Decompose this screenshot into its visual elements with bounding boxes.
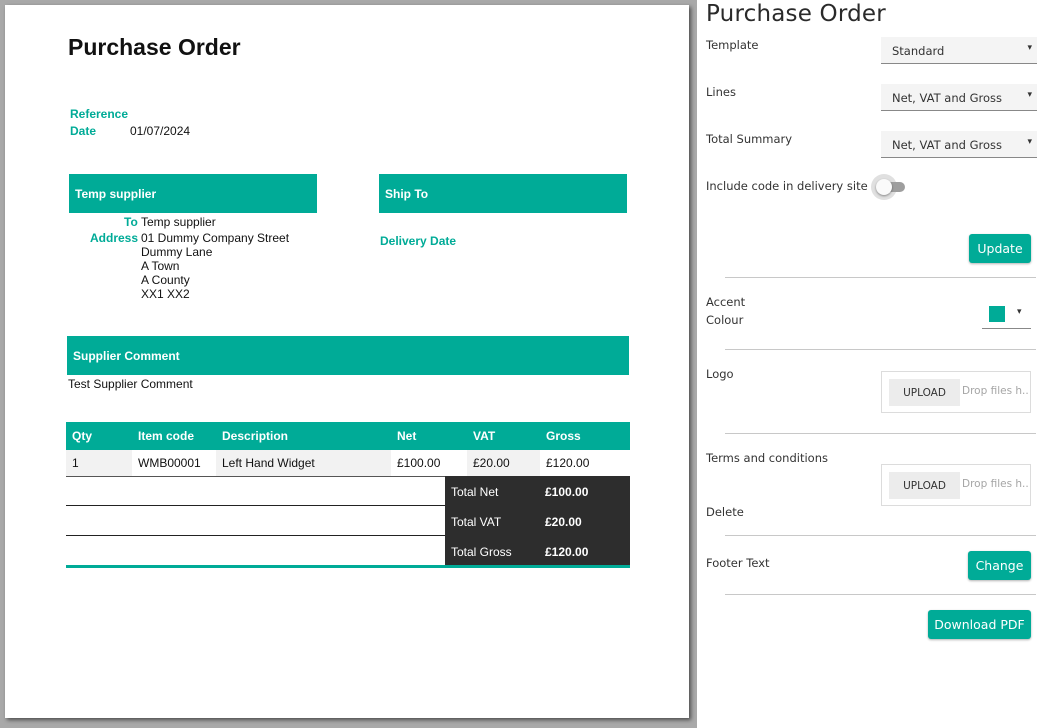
order-lines-table: Qty Item code Description Net VAT Gross … xyxy=(66,422,630,477)
total-gross-row: Total Gross £120.00 xyxy=(66,536,630,566)
address-block: 01 Dummy Company Street Dummy Lane A Tow… xyxy=(141,231,289,301)
template-select[interactable]: Standard ▾ xyxy=(881,37,1037,64)
chevron-down-icon: ▾ xyxy=(1027,43,1032,53)
total-net-row: Total Net £100.00 xyxy=(66,476,630,506)
divider xyxy=(725,277,1036,278)
column-header: Gross xyxy=(540,422,630,450)
total-summary-select-value: Net, VAT and Gross xyxy=(892,138,1002,152)
table-cell: £100.00 xyxy=(391,450,467,477)
total-gross-value: £120.00 xyxy=(545,545,589,559)
delivery-date-label: Delivery Date xyxy=(380,234,457,248)
template-select-value: Standard xyxy=(892,44,945,58)
terms-upload-dropzone[interactable]: UPLOAD Drop files h... xyxy=(881,464,1031,506)
terms-label: Terms and conditions xyxy=(706,451,828,465)
supplier-comment: Test Supplier Comment xyxy=(68,377,193,391)
column-header: VAT xyxy=(467,422,540,450)
toggle-knob xyxy=(876,179,892,195)
total-summary-label: Total Summary xyxy=(706,132,793,146)
address-line: Dummy Lane xyxy=(141,245,213,259)
lines-select[interactable]: Net, VAT and Gross ▾ xyxy=(881,84,1037,111)
chevron-down-icon: ▾ xyxy=(1027,90,1032,100)
address-line: A Town xyxy=(141,259,180,273)
table-row: 1 WMB00001 Left Hand Widget £100.00 £20.… xyxy=(66,450,630,477)
date-label: Date xyxy=(70,124,97,138)
total-gross-cell: Total Gross £120.00 xyxy=(445,536,630,566)
table-cell: Left Hand Widget xyxy=(216,450,391,477)
table-cell: 1 xyxy=(66,450,132,477)
supplier-comment-header: Supplier Comment xyxy=(67,336,629,375)
column-header: Qty xyxy=(66,422,132,450)
divider xyxy=(725,594,1036,595)
total-vat-value: £20.00 xyxy=(545,515,582,529)
accent-colour-picker[interactable]: ▾ xyxy=(982,298,1031,329)
include-code-label: Include code in delivery site xyxy=(706,179,868,193)
template-label: Template xyxy=(706,38,759,52)
lines-select-value: Net, VAT and Gross xyxy=(892,91,1002,105)
total-vat-label: Total VAT xyxy=(451,515,502,529)
table-cell: WMB00001 xyxy=(132,450,216,477)
logo-upload-button[interactable]: UPLOAD xyxy=(889,379,960,406)
total-net-label: Total Net xyxy=(451,485,499,499)
column-header: Description xyxy=(216,422,391,450)
update-button[interactable]: Update xyxy=(969,234,1031,263)
colour-swatch xyxy=(989,306,1005,322)
terms-drop-hint: Drop files h... xyxy=(962,478,1028,490)
divider xyxy=(725,349,1036,350)
reference-label: Reference xyxy=(70,107,129,121)
document-page: Purchase Order Reference Date 01/07/2024… xyxy=(5,5,689,718)
total-summary-select[interactable]: Net, VAT and Gross ▾ xyxy=(881,131,1037,158)
total-vat-cell: Total VAT £20.00 xyxy=(445,506,630,536)
accent-label: Accent xyxy=(706,295,746,309)
ship-to-header: Ship To xyxy=(379,174,627,213)
panel-title: Purchase Order xyxy=(706,1,886,27)
colour-label: Colour xyxy=(706,313,744,327)
total-gross-label: Total Gross xyxy=(451,545,512,559)
divider xyxy=(725,433,1036,434)
table-cell: £120.00 xyxy=(540,450,630,477)
column-header: Net xyxy=(391,422,467,450)
download-pdf-button[interactable]: Download PDF xyxy=(928,610,1031,639)
table-cell: £20.00 xyxy=(467,450,540,477)
total-vat-row: Total VAT £20.00 xyxy=(66,506,630,536)
logo-drop-hint: Drop files h... xyxy=(962,385,1028,397)
logo-upload-dropzone[interactable]: UPLOAD Drop files h... xyxy=(881,371,1031,413)
table-header-row: Qty Item code Description Net VAT Gross xyxy=(66,422,630,450)
to-value: Temp supplier xyxy=(141,215,216,229)
delete-link[interactable]: Delete xyxy=(706,505,744,519)
footer-text-label: Footer Text xyxy=(706,556,770,570)
total-net-value: £100.00 xyxy=(545,485,589,499)
date-value: 01/07/2024 xyxy=(130,124,191,138)
document-preview-area: Purchase Order Reference Date 01/07/2024… xyxy=(0,0,697,728)
address-line: 01 Dummy Company Street xyxy=(141,231,290,245)
include-code-toggle[interactable] xyxy=(871,174,905,200)
total-net-cell: Total Net £100.00 xyxy=(445,476,630,506)
settings-panel: Purchase Order Template Standard ▾ Lines… xyxy=(697,0,1045,728)
address-line: XX1 XX2 xyxy=(141,287,190,301)
column-header: Item code xyxy=(132,422,216,450)
document-title: Purchase Order xyxy=(68,34,241,60)
totals-bottom-rule xyxy=(66,565,630,568)
chevron-down-icon: ▾ xyxy=(1027,137,1032,147)
address-line: A County xyxy=(141,273,190,287)
lines-label: Lines xyxy=(706,85,736,99)
terms-upload-button[interactable]: UPLOAD xyxy=(889,472,960,499)
change-footer-button[interactable]: Change xyxy=(968,551,1031,580)
to-label: To xyxy=(124,215,138,229)
chevron-down-icon: ▾ xyxy=(1017,307,1022,317)
logo-label: Logo xyxy=(706,367,734,381)
supplier-header: Temp supplier xyxy=(69,174,317,213)
address-label: Address xyxy=(90,231,139,245)
divider xyxy=(725,535,1036,536)
